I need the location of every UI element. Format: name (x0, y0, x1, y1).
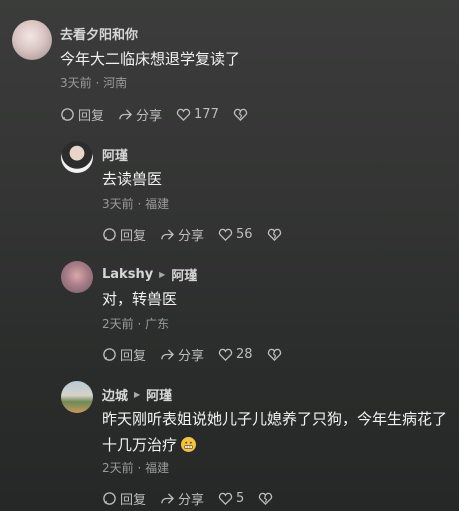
avatar[interactable] (61, 381, 93, 413)
comment-text: 今年大二临床想退学复读了 (60, 50, 241, 68)
reply-to-author[interactable]: 阿瑾 (171, 265, 197, 284)
dislike-button[interactable] (267, 227, 285, 242)
share-arrow-icon (161, 229, 174, 240)
comment-actions: 回复 分享 28 (102, 345, 299, 364)
comment-author[interactable]: 边城 (102, 385, 128, 404)
reply-label: 回复 (120, 349, 147, 364)
avatar[interactable] (61, 261, 93, 293)
share-button[interactable]: 分享 (160, 225, 204, 244)
comment-author[interactable]: 阿瑾 (102, 145, 128, 164)
broken-heart-icon (267, 228, 281, 242)
share-button[interactable]: 分享 (160, 489, 204, 508)
reply-button[interactable]: 回复 (102, 225, 146, 244)
comment-bubble-icon (103, 228, 116, 241)
like-count: 177 (194, 107, 219, 122)
reply-to-author[interactable]: 阿瑾 (146, 385, 172, 404)
like-count: 5 (236, 491, 245, 506)
avatar[interactable] (61, 141, 93, 173)
share-arrow-icon (161, 493, 174, 504)
avatar[interactable] (12, 20, 52, 60)
like-button[interactable]: 56 (218, 227, 253, 242)
like-count: 56 (236, 227, 253, 242)
comment-meta: 3天前 · 河南 (60, 76, 128, 90)
comment-author[interactable]: 去看夕阳和你 (60, 24, 138, 43)
reply-to-arrow-icon: ▶ (159, 270, 166, 279)
comment-author-line: 边城 ▶ 阿瑾 (102, 385, 172, 404)
like-button[interactable]: 177 (176, 107, 219, 122)
comment-text-wrap: 昨天刚听表姐说她儿子儿媳养了只狗，今年生病花了十几万治疗 (102, 406, 452, 458)
share-button[interactable]: 分享 (118, 105, 162, 124)
reply-to-arrow-icon: ▶ (134, 390, 141, 399)
heart-icon (218, 348, 233, 362)
reply-button[interactable]: 回复 (102, 345, 146, 364)
heart-icon (176, 108, 191, 122)
heart-icon (218, 492, 233, 506)
dislike-button[interactable] (267, 347, 285, 362)
share-button[interactable]: 分享 (160, 345, 204, 364)
share-label: 分享 (178, 229, 205, 244)
like-button[interactable]: 5 (218, 491, 244, 506)
reply-label: 回复 (120, 493, 147, 508)
heart-icon (218, 228, 233, 242)
reply-button[interactable]: 回复 (60, 105, 104, 124)
reply-label: 回复 (120, 229, 147, 244)
comment-bubble-icon (103, 492, 116, 505)
reply-button[interactable]: 回复 (102, 489, 146, 508)
comment-bubble-icon (103, 348, 116, 361)
grimacing-emoji-icon (181, 437, 197, 452)
comment-text: 对，转兽医 (102, 290, 178, 308)
broken-heart-icon (259, 492, 273, 506)
comment-author-line: Lakshy ▶ 阿瑾 (102, 265, 197, 284)
comment-actions: 回复 分享 56 (102, 225, 299, 244)
share-arrow-icon (119, 109, 132, 120)
share-arrow-icon (161, 349, 174, 360)
reply-label: 回复 (78, 109, 105, 124)
like-count: 28 (236, 347, 253, 362)
share-label: 分享 (178, 349, 205, 364)
broken-heart-icon (233, 108, 247, 122)
share-label: 分享 (178, 493, 205, 508)
broken-heart-icon (267, 348, 281, 362)
comment-author[interactable]: Lakshy (102, 267, 153, 282)
comment-text: 去读兽医 (102, 170, 163, 188)
dislike-button[interactable] (258, 491, 276, 506)
comment-actions: 回复 分享 177 (60, 105, 265, 124)
comment-meta: 2天前 · 福建 (102, 461, 170, 475)
comment-bubble-icon (61, 108, 74, 121)
share-label: 分享 (136, 109, 163, 124)
like-button[interactable]: 28 (218, 347, 253, 362)
comment-text: 昨天刚听表姐说她儿子儿媳养了只狗，今年生病花了十几万治疗 (102, 410, 448, 454)
dislike-button[interactable] (233, 107, 251, 122)
comment-meta: 3天前 · 福建 (102, 197, 170, 211)
comment-actions: 回复 分享 5 (102, 489, 290, 508)
comment-meta: 2天前 · 广东 (102, 317, 170, 331)
